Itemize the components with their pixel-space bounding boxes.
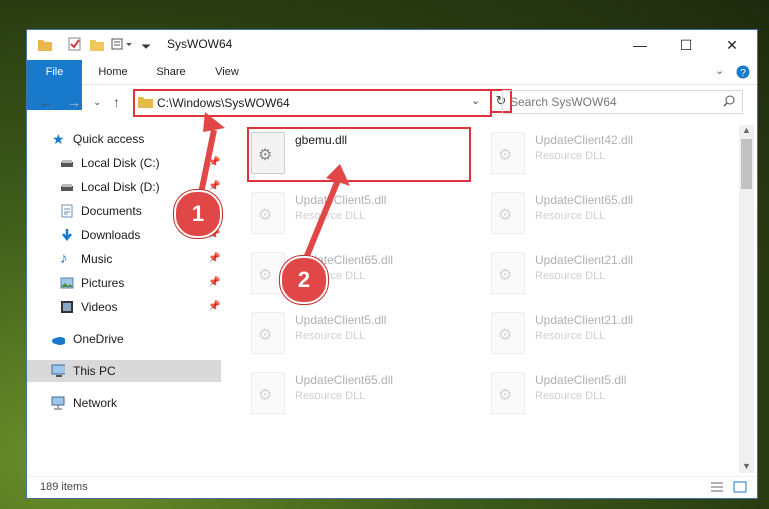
step-badge-1: 1 xyxy=(174,190,222,238)
arrow-2 xyxy=(299,178,341,270)
annotation-arrows xyxy=(195,112,350,270)
step-badge-2: 2 xyxy=(280,256,328,304)
arrow-1-head xyxy=(203,112,225,132)
